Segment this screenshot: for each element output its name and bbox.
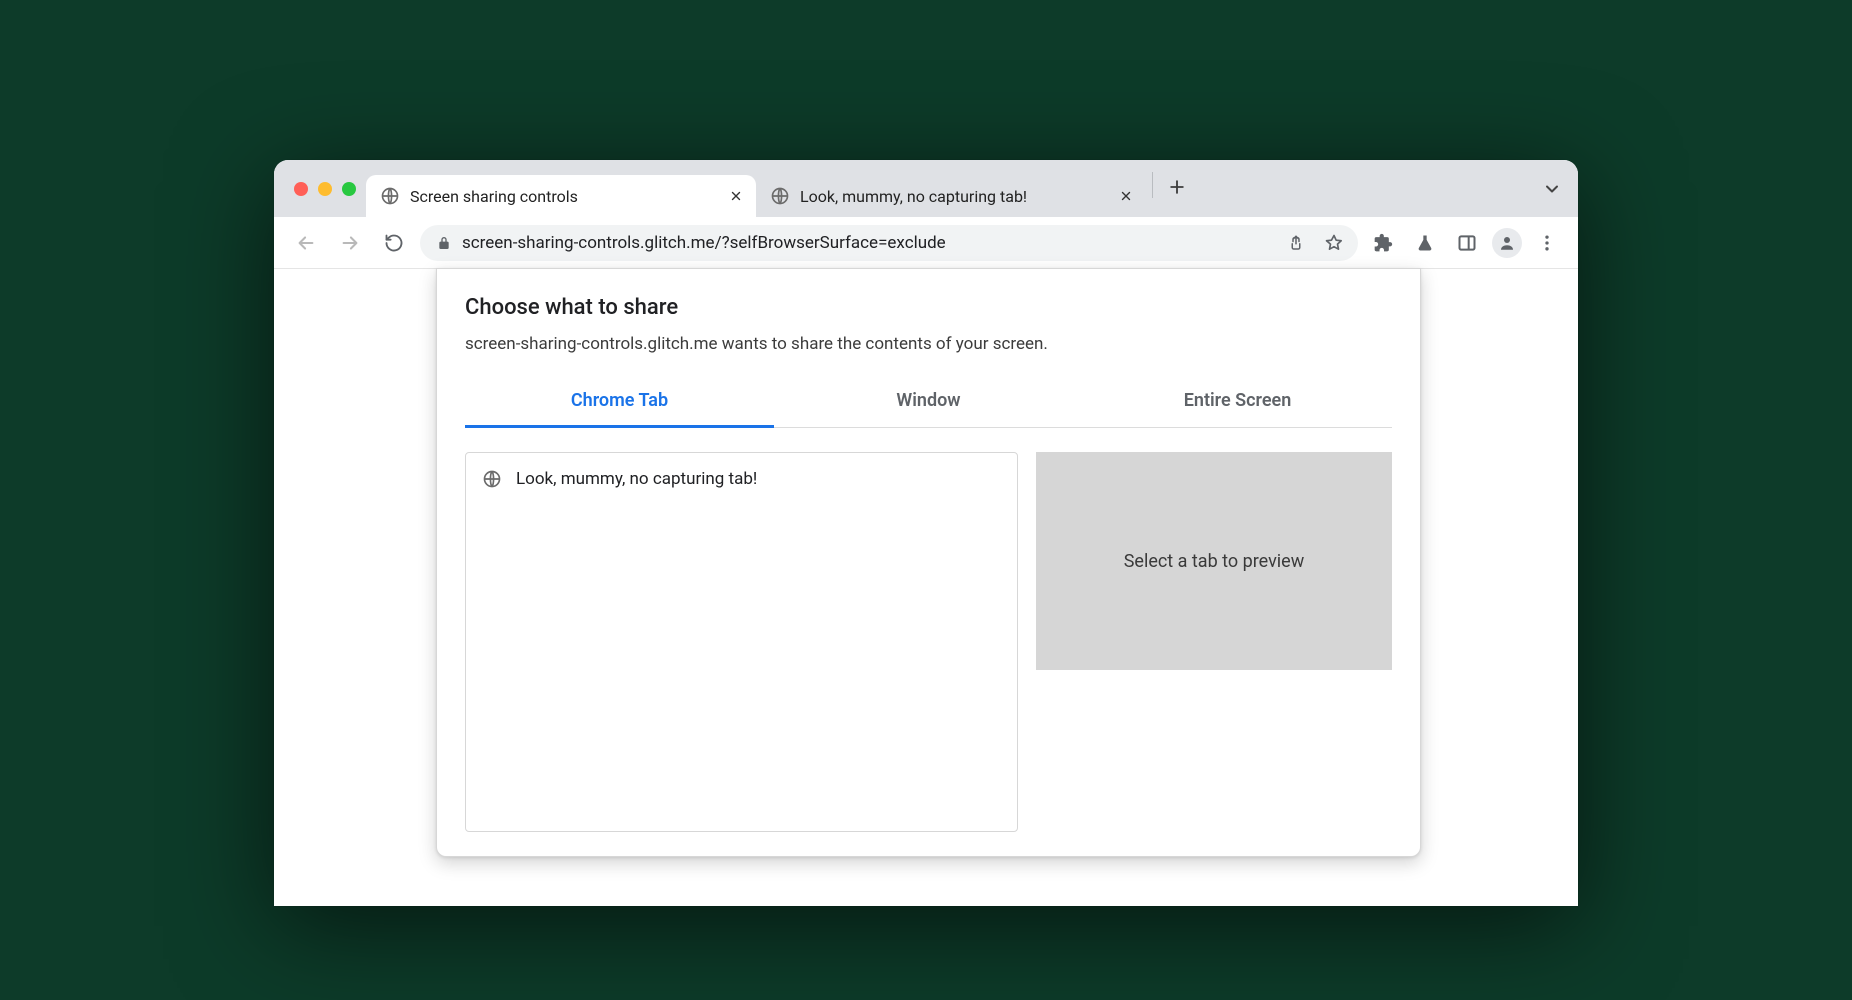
url-text: screen-sharing-controls.glitch.me/?selfB… <box>462 233 1272 253</box>
tab-title: Screen sharing controls <box>410 187 716 206</box>
window-controls <box>288 160 366 217</box>
tab-entire-screen[interactable]: Entire Screen <box>1083 380 1392 427</box>
reload-button[interactable] <box>376 225 412 261</box>
dialog-title: Choose what to share <box>465 295 1392 320</box>
share-source-tabs: Chrome Tab Window Entire Screen <box>465 380 1392 428</box>
share-body: Look, mummy, no capturing tab! Select a … <box>465 452 1392 832</box>
back-button[interactable] <box>288 225 324 261</box>
browser-tab-inactive[interactable]: Look, mummy, no capturing tab! <box>756 175 1146 217</box>
flask-icon[interactable] <box>1408 226 1442 260</box>
preview-panel: Select a tab to preview <box>1036 452 1392 832</box>
tab-separator <box>1152 172 1153 198</box>
preview-placeholder: Select a tab to preview <box>1036 452 1392 670</box>
page-content: Choose what to share screen-sharing-cont… <box>274 269 1578 906</box>
dialog-subtitle: screen-sharing-controls.glitch.me wants … <box>465 334 1392 354</box>
active-tab-indicator <box>465 425 774 428</box>
tab-window[interactable]: Window <box>774 380 1083 427</box>
kebab-menu-icon[interactable] <box>1530 226 1564 260</box>
forward-button[interactable] <box>332 225 368 261</box>
tab-list-item[interactable]: Look, mummy, no capturing tab! <box>466 461 1017 497</box>
tab-strip: Screen sharing controls Look, mummy, no … <box>274 160 1578 217</box>
fullscreen-window-button[interactable] <box>342 182 356 196</box>
side-panel-icon[interactable] <box>1450 226 1484 260</box>
extensions-icon[interactable] <box>1366 226 1400 260</box>
globe-icon <box>770 186 790 206</box>
new-tab-button[interactable] <box>1159 169 1195 205</box>
close-tab-icon[interactable] <box>726 186 746 206</box>
close-window-button[interactable] <box>294 182 308 196</box>
bookmark-icon[interactable] <box>1320 233 1348 253</box>
tab-list[interactable]: Look, mummy, no capturing tab! <box>465 452 1018 832</box>
minimize-window-button[interactable] <box>318 182 332 196</box>
toolbar: screen-sharing-controls.glitch.me/?selfB… <box>274 217 1578 269</box>
globe-icon <box>482 469 502 489</box>
lock-icon <box>436 235 452 251</box>
profile-avatar[interactable] <box>1492 228 1522 258</box>
tabs-dropdown-button[interactable] <box>1542 160 1562 217</box>
globe-icon <box>380 186 400 206</box>
share-url-icon[interactable] <box>1282 234 1310 252</box>
tab-title: Look, mummy, no capturing tab! <box>800 187 1106 206</box>
preview-placeholder-text: Select a tab to preview <box>1124 551 1305 572</box>
browser-window: Screen sharing controls Look, mummy, no … <box>274 160 1578 906</box>
share-dialog: Choose what to share screen-sharing-cont… <box>436 268 1421 857</box>
address-bar[interactable]: screen-sharing-controls.glitch.me/?selfB… <box>420 225 1358 261</box>
tab-list-item-title: Look, mummy, no capturing tab! <box>516 469 757 489</box>
browser-tab-active[interactable]: Screen sharing controls <box>366 175 756 217</box>
close-tab-icon[interactable] <box>1116 186 1136 206</box>
tab-chrome-tab[interactable]: Chrome Tab <box>465 380 774 427</box>
